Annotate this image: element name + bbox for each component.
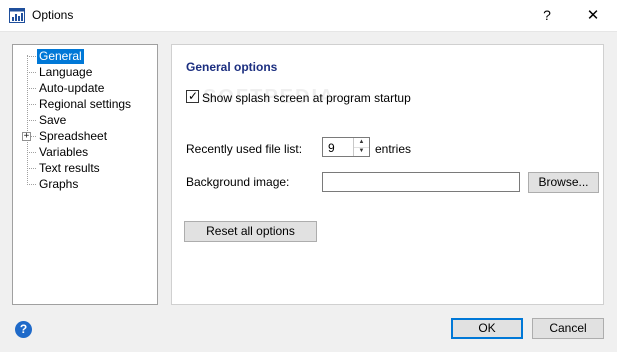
tree-item-label[interactable]: Regional settings bbox=[37, 97, 133, 112]
app-icon bbox=[9, 8, 25, 23]
tree-item-label[interactable]: Auto-update bbox=[37, 81, 106, 96]
section-heading: General options bbox=[186, 60, 278, 74]
tree-item-label[interactable]: General bbox=[37, 49, 84, 64]
stepper-buttons: ▲ ▼ bbox=[353, 138, 369, 156]
title-help-button[interactable]: ? bbox=[532, 0, 562, 31]
tree-item-label[interactable]: Language bbox=[37, 65, 94, 80]
close-button[interactable]: ✕ bbox=[573, 0, 613, 31]
recent-files-label: Recently used file list: bbox=[186, 142, 303, 156]
tree-item-label[interactable]: Variables bbox=[37, 145, 90, 160]
checkmark-icon: ✓ bbox=[188, 89, 199, 103]
reset-all-options-button[interactable]: Reset all options bbox=[184, 221, 317, 242]
browse-button[interactable]: Browse... bbox=[528, 172, 599, 193]
expand-icon[interactable]: + bbox=[22, 132, 31, 141]
background-image-label: Background image: bbox=[186, 175, 290, 189]
recent-files-stepper[interactable]: 9 ▲ ▼ bbox=[322, 137, 370, 157]
cancel-button[interactable]: Cancel bbox=[532, 318, 604, 339]
stepper-down-icon[interactable]: ▼ bbox=[354, 147, 369, 156]
options-tree[interactable]: General Language Auto-update Regional se… bbox=[12, 44, 158, 305]
recent-files-value[interactable]: 9 bbox=[328, 141, 335, 155]
window-title: Options bbox=[32, 8, 74, 22]
splash-screen-checkbox[interactable]: ✓ bbox=[186, 89, 199, 103]
title-bar: Options ? ✕ bbox=[0, 0, 617, 32]
help-icon[interactable]: ? bbox=[15, 321, 32, 338]
ok-button[interactable]: OK bbox=[451, 318, 523, 339]
tree-item-label[interactable]: Graphs bbox=[37, 177, 80, 192]
tree-item-label[interactable]: Save bbox=[37, 113, 68, 128]
splash-screen-label[interactable]: Show splash screen at program startup bbox=[202, 91, 411, 105]
entries-label: entries bbox=[375, 142, 412, 156]
tree-item-label[interactable]: Spreadsheet bbox=[37, 129, 109, 144]
tree-item-label[interactable]: Text results bbox=[37, 161, 102, 176]
background-image-field[interactable] bbox=[322, 172, 520, 192]
